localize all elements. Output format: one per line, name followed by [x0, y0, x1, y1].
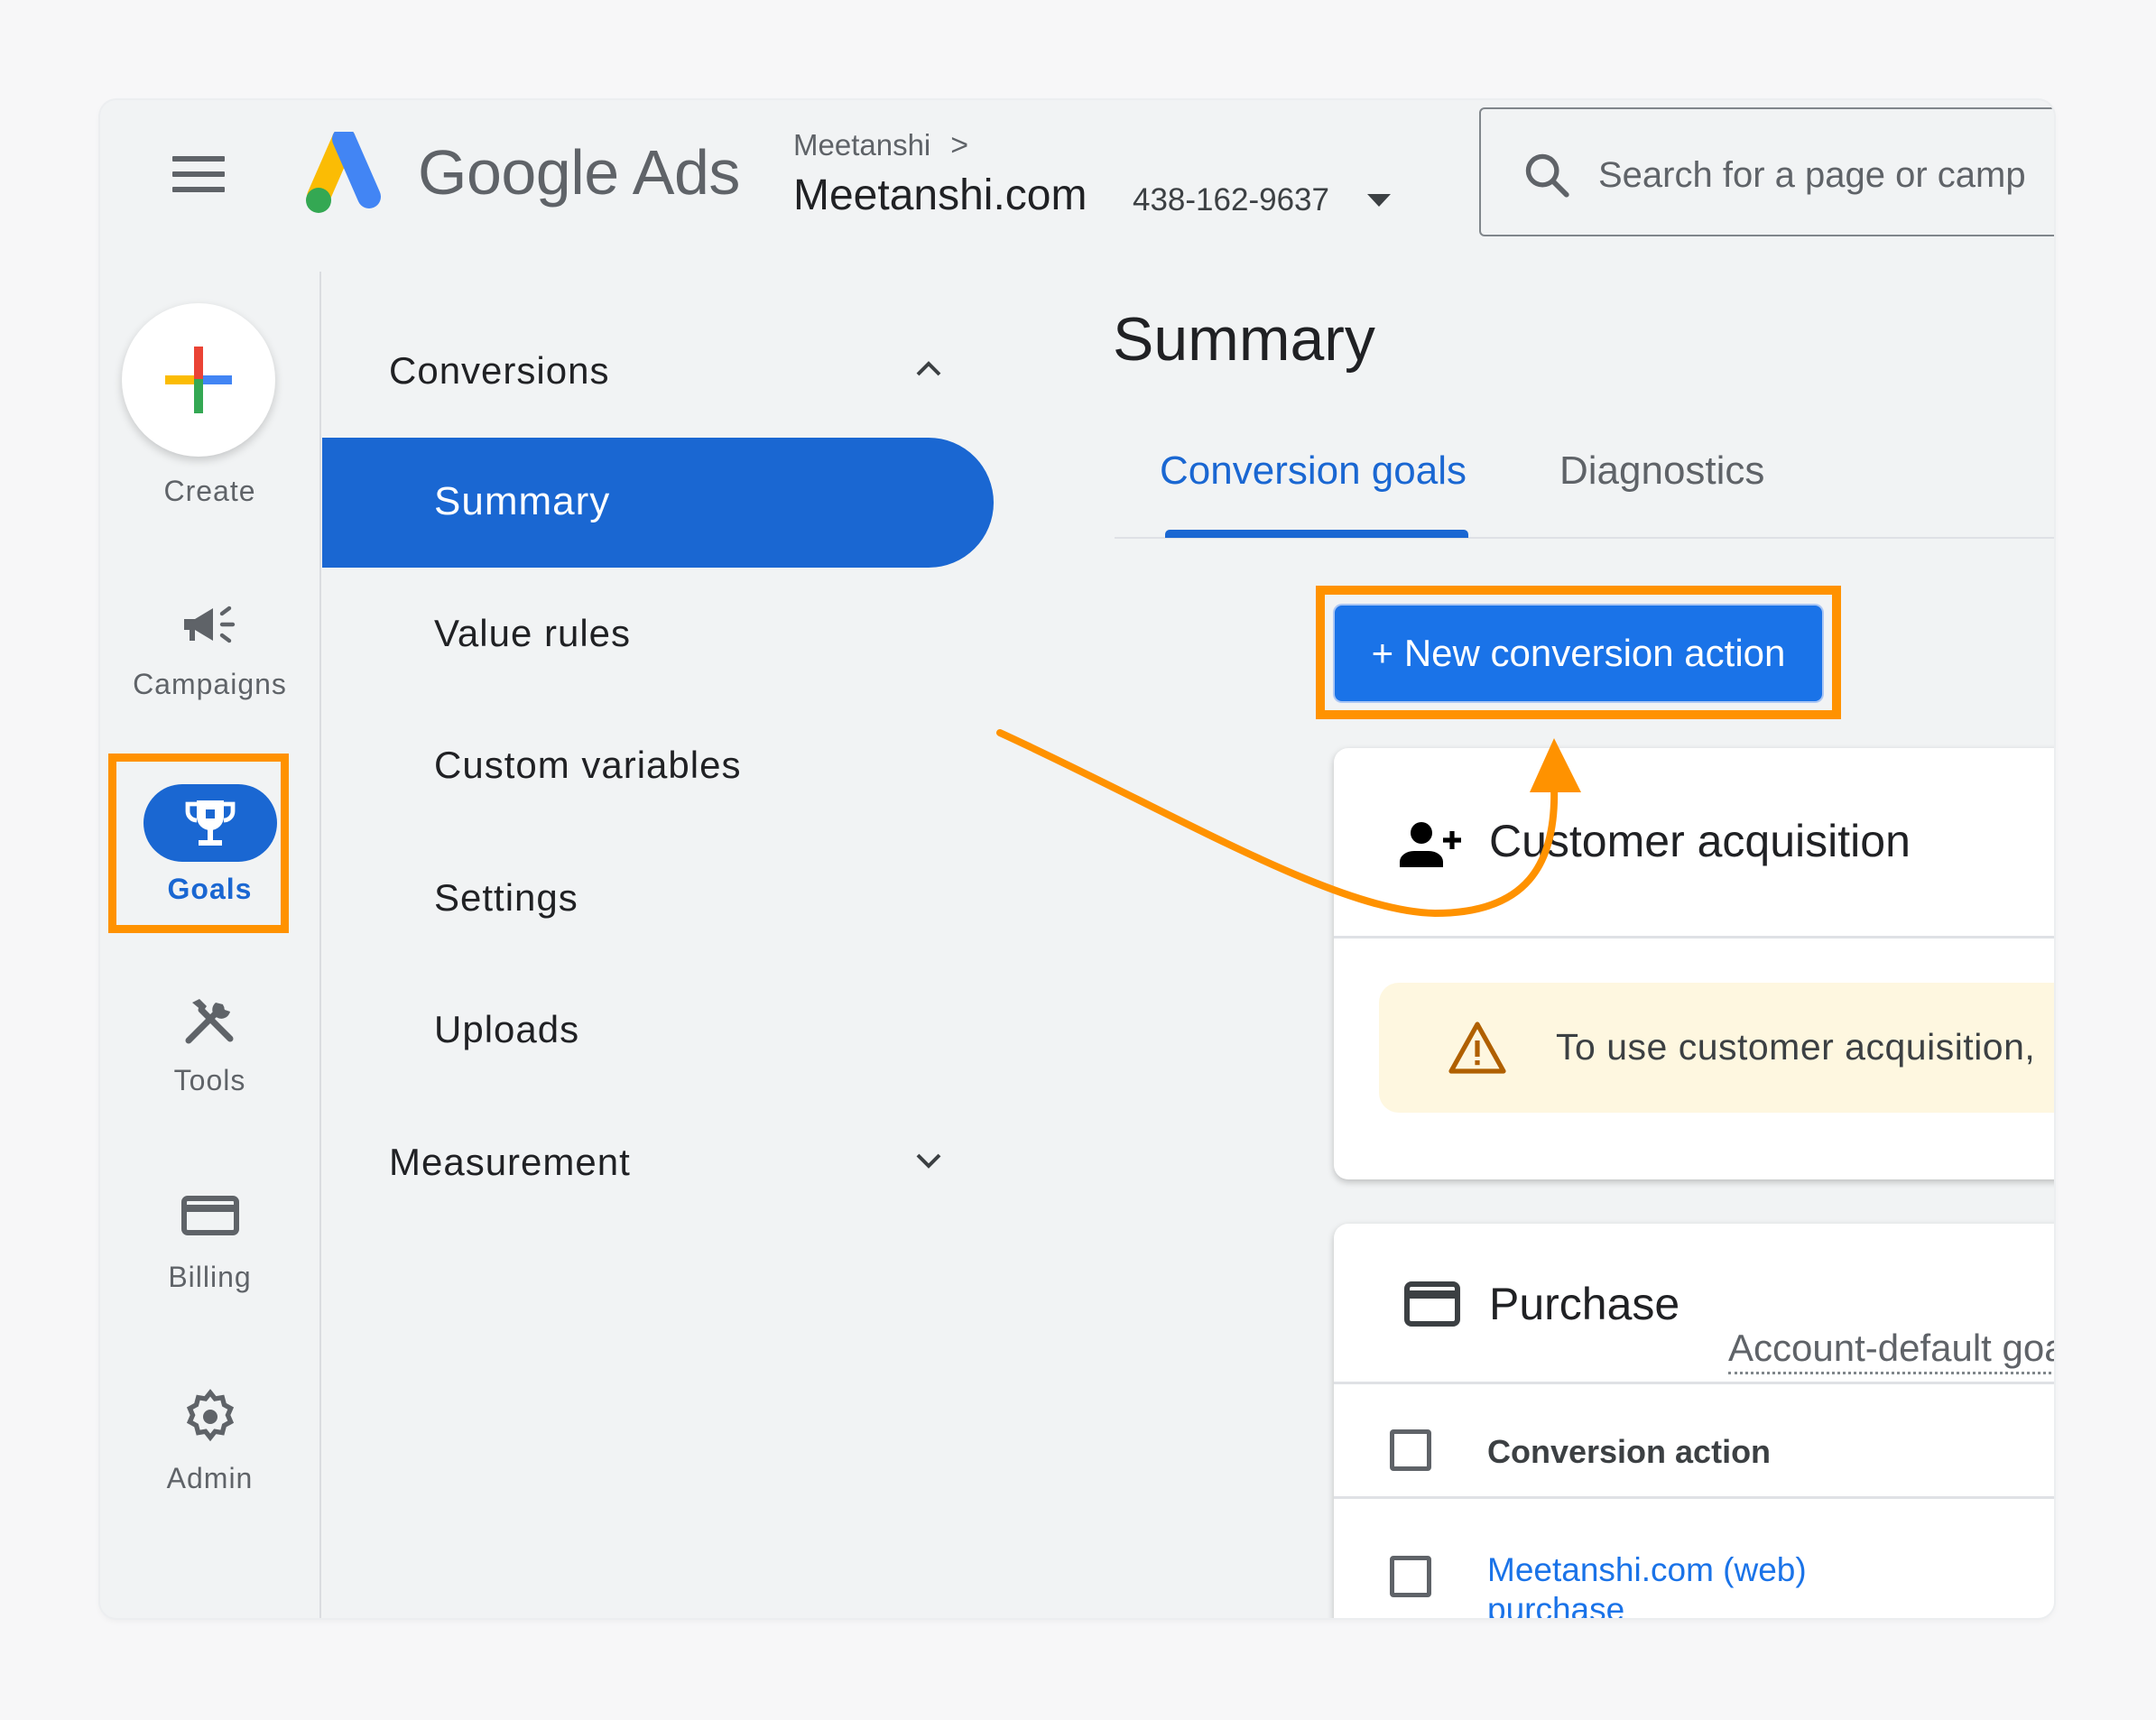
- table-divider: [1334, 1496, 2054, 1499]
- warning-banner: To use customer acquisition,: [1379, 983, 2054, 1113]
- breadcrumb-parent-label: Meetanshi: [793, 128, 931, 162]
- account-name[interactable]: Meetanshi.com: [793, 171, 1087, 220]
- warning-icon: [1448, 1022, 1506, 1074]
- column-header-conversion-action: Conversion action: [1487, 1433, 1772, 1470]
- submenu-item-label: Summary: [434, 479, 611, 523]
- select-all-checkbox[interactable]: [1390, 1429, 1431, 1471]
- megaphone-icon: [183, 606, 235, 643]
- card-title: Purchase: [1489, 1279, 1680, 1329]
- search-icon: [1525, 153, 1569, 198]
- rail-item-billing[interactable]: Billing: [100, 1196, 319, 1294]
- rail-item-label: Tools: [173, 1064, 246, 1096]
- rail-item-tools[interactable]: Tools: [100, 995, 319, 1097]
- submenu-section-conversions[interactable]: Conversions: [389, 349, 609, 393]
- conversion-action-name-line2: purchase: [1487, 1591, 1625, 1618]
- create-plus-icon: [165, 347, 232, 413]
- breadcrumb-chevron-icon: >: [950, 128, 969, 162]
- rail-item-label: Campaigns: [133, 668, 287, 700]
- breadcrumb-parent[interactable]: Meetanshi >: [793, 128, 968, 163]
- goals-active-pill: [143, 784, 277, 862]
- brand-name: Google Ads: [418, 137, 740, 208]
- create-button[interactable]: [122, 303, 275, 457]
- new-conversion-action-button[interactable]: + New conversion action: [1335, 606, 1822, 701]
- warning-text: To use customer acquisition,: [1556, 1026, 2036, 1068]
- search-input[interactable]: [1598, 143, 2054, 207]
- card-divider: [1334, 1382, 2054, 1384]
- rail-item-label: Goals: [167, 873, 253, 905]
- trophy-icon: [185, 800, 235, 846]
- credit-card-icon: [1404, 1281, 1460, 1327]
- rail-item-label: Create: [163, 475, 256, 507]
- active-tab-indicator: [1165, 530, 1468, 538]
- customer-acquisition-card: Customer acquisition To use customer acq…: [1334, 748, 2054, 1179]
- account-id: 438-162-9637: [1133, 182, 1329, 217]
- tools-icon: [185, 999, 233, 1044]
- chevron-up-icon[interactable]: [911, 351, 947, 387]
- new-conversion-highlight-box: + New conversion action: [1316, 586, 1841, 719]
- conversion-action-link[interactable]: Meetanshi.com (web) purchase: [1487, 1550, 1807, 1618]
- page-title: Summary: [1113, 305, 1375, 374]
- row-checkbox[interactable]: [1390, 1556, 1431, 1597]
- credit-card-icon: [180, 1196, 239, 1235]
- purchase-card: Purchase Account-default goal Conversion…: [1334, 1224, 2054, 1618]
- rail-item-create-label[interactable]: Create: [100, 475, 319, 508]
- search-box[interactable]: [1479, 107, 2054, 236]
- submenu-item-value-rules[interactable]: Value rules: [434, 612, 631, 655]
- google-ads-logo-icon: [306, 132, 381, 213]
- card-title: Customer acquisition: [1489, 816, 1911, 866]
- gear-icon: [186, 1389, 234, 1442]
- account-default-goal-badge[interactable]: Account-default goal: [1728, 1327, 2054, 1374]
- tab-diagnostics[interactable]: Diagnostics: [1559, 448, 1764, 494]
- rail-item-goals[interactable]: Goals: [100, 784, 319, 906]
- hamburger-menu-icon[interactable]: [172, 156, 225, 192]
- rail-item-campaigns[interactable]: Campaigns: [100, 601, 319, 701]
- tab-conversion-goals[interactable]: Conversion goals: [1160, 448, 1467, 494]
- submenu-item-summary[interactable]: Summary: [322, 438, 994, 568]
- conversion-action-name-line1: Meetanshi.com (web): [1487, 1551, 1807, 1588]
- rail-divider: [319, 272, 321, 1618]
- rail-item-label: Billing: [168, 1261, 252, 1293]
- rail-item-admin[interactable]: Admin: [100, 1388, 319, 1495]
- submenu-item-uploads[interactable]: Uploads: [434, 1008, 579, 1051]
- submenu-section-measurement[interactable]: Measurement: [389, 1141, 631, 1184]
- chevron-down-icon[interactable]: [911, 1142, 947, 1179]
- google-ads-window: Google Ads Meetanshi > Meetanshi.com 438-…: [100, 100, 2054, 1618]
- person-add-icon: [1400, 822, 1461, 867]
- account-dropdown-caret-icon[interactable]: [1367, 194, 1391, 207]
- rail-item-label: Admin: [166, 1462, 254, 1494]
- submenu-item-settings[interactable]: Settings: [434, 876, 578, 920]
- submenu-item-custom-variables[interactable]: Custom variables: [434, 744, 741, 787]
- card-divider: [1334, 936, 2054, 939]
